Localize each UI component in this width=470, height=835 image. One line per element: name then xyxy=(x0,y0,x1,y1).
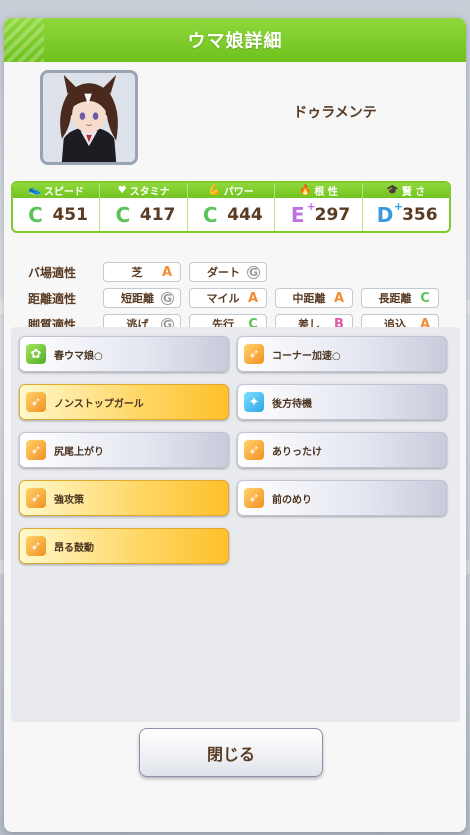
aptitude-row-track: バ場適性 xyxy=(28,262,103,282)
aptitude-grade: G xyxy=(161,291,174,305)
aptitude-grade: A xyxy=(247,290,259,306)
stat-header: ♥ スタミナ xyxy=(100,183,187,198)
stat-value: 356 xyxy=(402,204,438,225)
skill-item[interactable]: ➶ 強攻策 xyxy=(19,480,229,516)
aptitude-label-distance: 距離適性 xyxy=(28,291,77,306)
stat-grade-plus: + xyxy=(306,199,316,213)
aptitude-name: 短距離 xyxy=(121,292,154,305)
skill-item[interactable]: ➶ 尻尾上がり xyxy=(19,432,229,468)
flame-icon: 🔥 xyxy=(298,185,312,196)
stat-value: 451 xyxy=(52,204,88,225)
skill-orange-icon: ➶ xyxy=(26,488,46,508)
skill-item[interactable]: ➶ ありったけ xyxy=(237,432,447,468)
stat-body: C 444 xyxy=(188,198,274,231)
stat-header: 💪 パワー xyxy=(187,183,275,198)
skill-orange-icon: ➶ xyxy=(244,488,264,508)
skill-name: ありったけ xyxy=(272,446,322,458)
stat-header: 🔥 根 性 xyxy=(275,183,362,198)
skill-item[interactable]: ➶ 昂る鼓動 xyxy=(19,528,229,564)
skill-name: 尻尾上がり xyxy=(54,446,104,458)
skill-name: 強攻策 xyxy=(54,494,84,506)
stat-label: スタミナ xyxy=(129,187,170,198)
graduation-cap-icon: 🎓 xyxy=(386,185,399,196)
aptitude-name: 芝 xyxy=(131,266,143,279)
aptitude-grade: A xyxy=(333,290,345,306)
stat-grade-plus: + xyxy=(393,199,404,213)
aptitude-name: 中距離 xyxy=(292,292,326,305)
skill-orange-icon: ➶ xyxy=(26,440,46,460)
aptitude-cell-distance: 短距離 G xyxy=(103,288,181,308)
skill-item[interactable]: ➶ コーナー加速○ xyxy=(237,336,447,372)
aptitude-grade: C xyxy=(420,290,430,306)
stat-grade-badge: C xyxy=(24,202,46,227)
stat-value: 444 xyxy=(227,204,263,225)
arm-icon: 💪 xyxy=(208,185,221,196)
close-button[interactable]: 閉じる xyxy=(139,728,323,777)
stats-panel: 👟 スピード C 451 ♥ スタミナ C 417 💪 パワー C 444 🔥 根 性 E +297 🎓 賢 さD… xyxy=(11,181,451,233)
stat-label: パワー xyxy=(223,187,254,198)
stat-2: 💪 パワー C 444 xyxy=(187,183,276,231)
skill-orange-icon: ➶ xyxy=(244,344,264,364)
dialog-title: ウマ娘詳細 xyxy=(187,31,283,52)
skill-name: 後方待機 xyxy=(272,398,312,410)
aptitude-grade: G xyxy=(247,265,260,279)
stat-grade-badge: C xyxy=(199,202,221,227)
stat-grade-letter: C xyxy=(28,202,43,227)
skill-name: 前のめり xyxy=(272,494,312,506)
aptitude-name: マイル xyxy=(206,292,240,305)
heart-icon: ♥ xyxy=(117,185,127,196)
skill-item[interactable]: ✦ 後方待機 xyxy=(237,384,447,420)
stat-body: C 451 xyxy=(13,198,99,231)
skill-item[interactable]: ➶ 前のめり xyxy=(237,480,447,516)
stat-grade-letter: C xyxy=(115,202,131,227)
stat-grade-letter: D xyxy=(376,202,394,227)
character-name: ドゥラメンテ xyxy=(293,105,377,121)
skill-orange-icon: ➶ xyxy=(244,440,264,460)
stat-grade-letter: C xyxy=(202,202,218,227)
dialog-titlebar: ウマ娘詳細 xyxy=(4,18,466,62)
skill-name: コーナー加速○ xyxy=(272,350,341,362)
shoe-icon: 👟 xyxy=(28,185,41,196)
aptitude-cell-distance: マイル A xyxy=(189,288,267,308)
aptitude-cell-distance: 中距離 A xyxy=(275,288,353,308)
aptitude-name: ダート xyxy=(207,266,240,279)
skill-orange-icon: ➶ xyxy=(26,392,46,412)
stat-value: 297 xyxy=(314,204,351,225)
skill-name: 昂る鼓動 xyxy=(54,542,94,554)
skill-orange-icon: ➶ xyxy=(26,536,46,556)
stat-grade-badge: D + xyxy=(374,200,403,227)
stat-header: 👟 スピード xyxy=(13,183,100,198)
stat-grade-badge: C xyxy=(112,202,134,227)
skills-panel: ✿ 春ウマ娘○ ➶ コーナー加速○ ➶ ノンストップガール ✦ 後方待機 ➶ 尻尾上がり ➶ ありった… xyxy=(11,327,460,722)
stat-body: E +297 xyxy=(275,198,361,231)
stat-1: ♥ スタミナ C 417 xyxy=(100,183,188,231)
aptitude-grade: A xyxy=(161,264,173,280)
stat-label: 根 性 xyxy=(314,187,338,198)
skill-item[interactable]: ✿ 春ウマ娘○ xyxy=(19,336,229,372)
aptitude-cell-distance: 長距離 C xyxy=(361,288,439,308)
stat-grade-letter: E xyxy=(290,202,305,227)
aptitude-cell-track: ダート G xyxy=(189,262,267,282)
stat-0: 👟 スピード C 451 xyxy=(13,183,101,231)
stat-label: スピード xyxy=(43,187,84,198)
character-portrait[interactable] xyxy=(40,70,138,165)
skill-blue-icon: ✦ xyxy=(244,392,264,412)
stat-label: 賢 さ xyxy=(401,187,426,198)
stat-body: C 417 xyxy=(100,198,186,231)
skill-name: ノンストップガール xyxy=(54,398,144,410)
stat-3: 🔥 根 性 E +297 xyxy=(275,183,363,231)
skill-item[interactable]: ➶ ノンストップガール xyxy=(19,384,229,420)
stat-body: D +356 xyxy=(363,198,449,231)
skill-name: 春ウマ娘○ xyxy=(54,350,103,362)
stat-4: 🎓 賢 さ D +356 xyxy=(362,183,449,231)
character-portrait-image xyxy=(43,73,135,162)
aptitude-label-track: バ場適性 xyxy=(28,265,77,280)
stat-value: 417 xyxy=(139,204,176,225)
aptitude-row-distance: 距離適性 xyxy=(28,288,103,308)
skill-green-icon: ✿ xyxy=(26,344,46,364)
stat-header: 🎓 賢 さ xyxy=(362,183,449,198)
stat-grade-badge: E + xyxy=(287,200,316,227)
aptitude-cell-track: 芝A xyxy=(103,262,181,282)
aptitude-name: 長距離 xyxy=(378,292,412,305)
